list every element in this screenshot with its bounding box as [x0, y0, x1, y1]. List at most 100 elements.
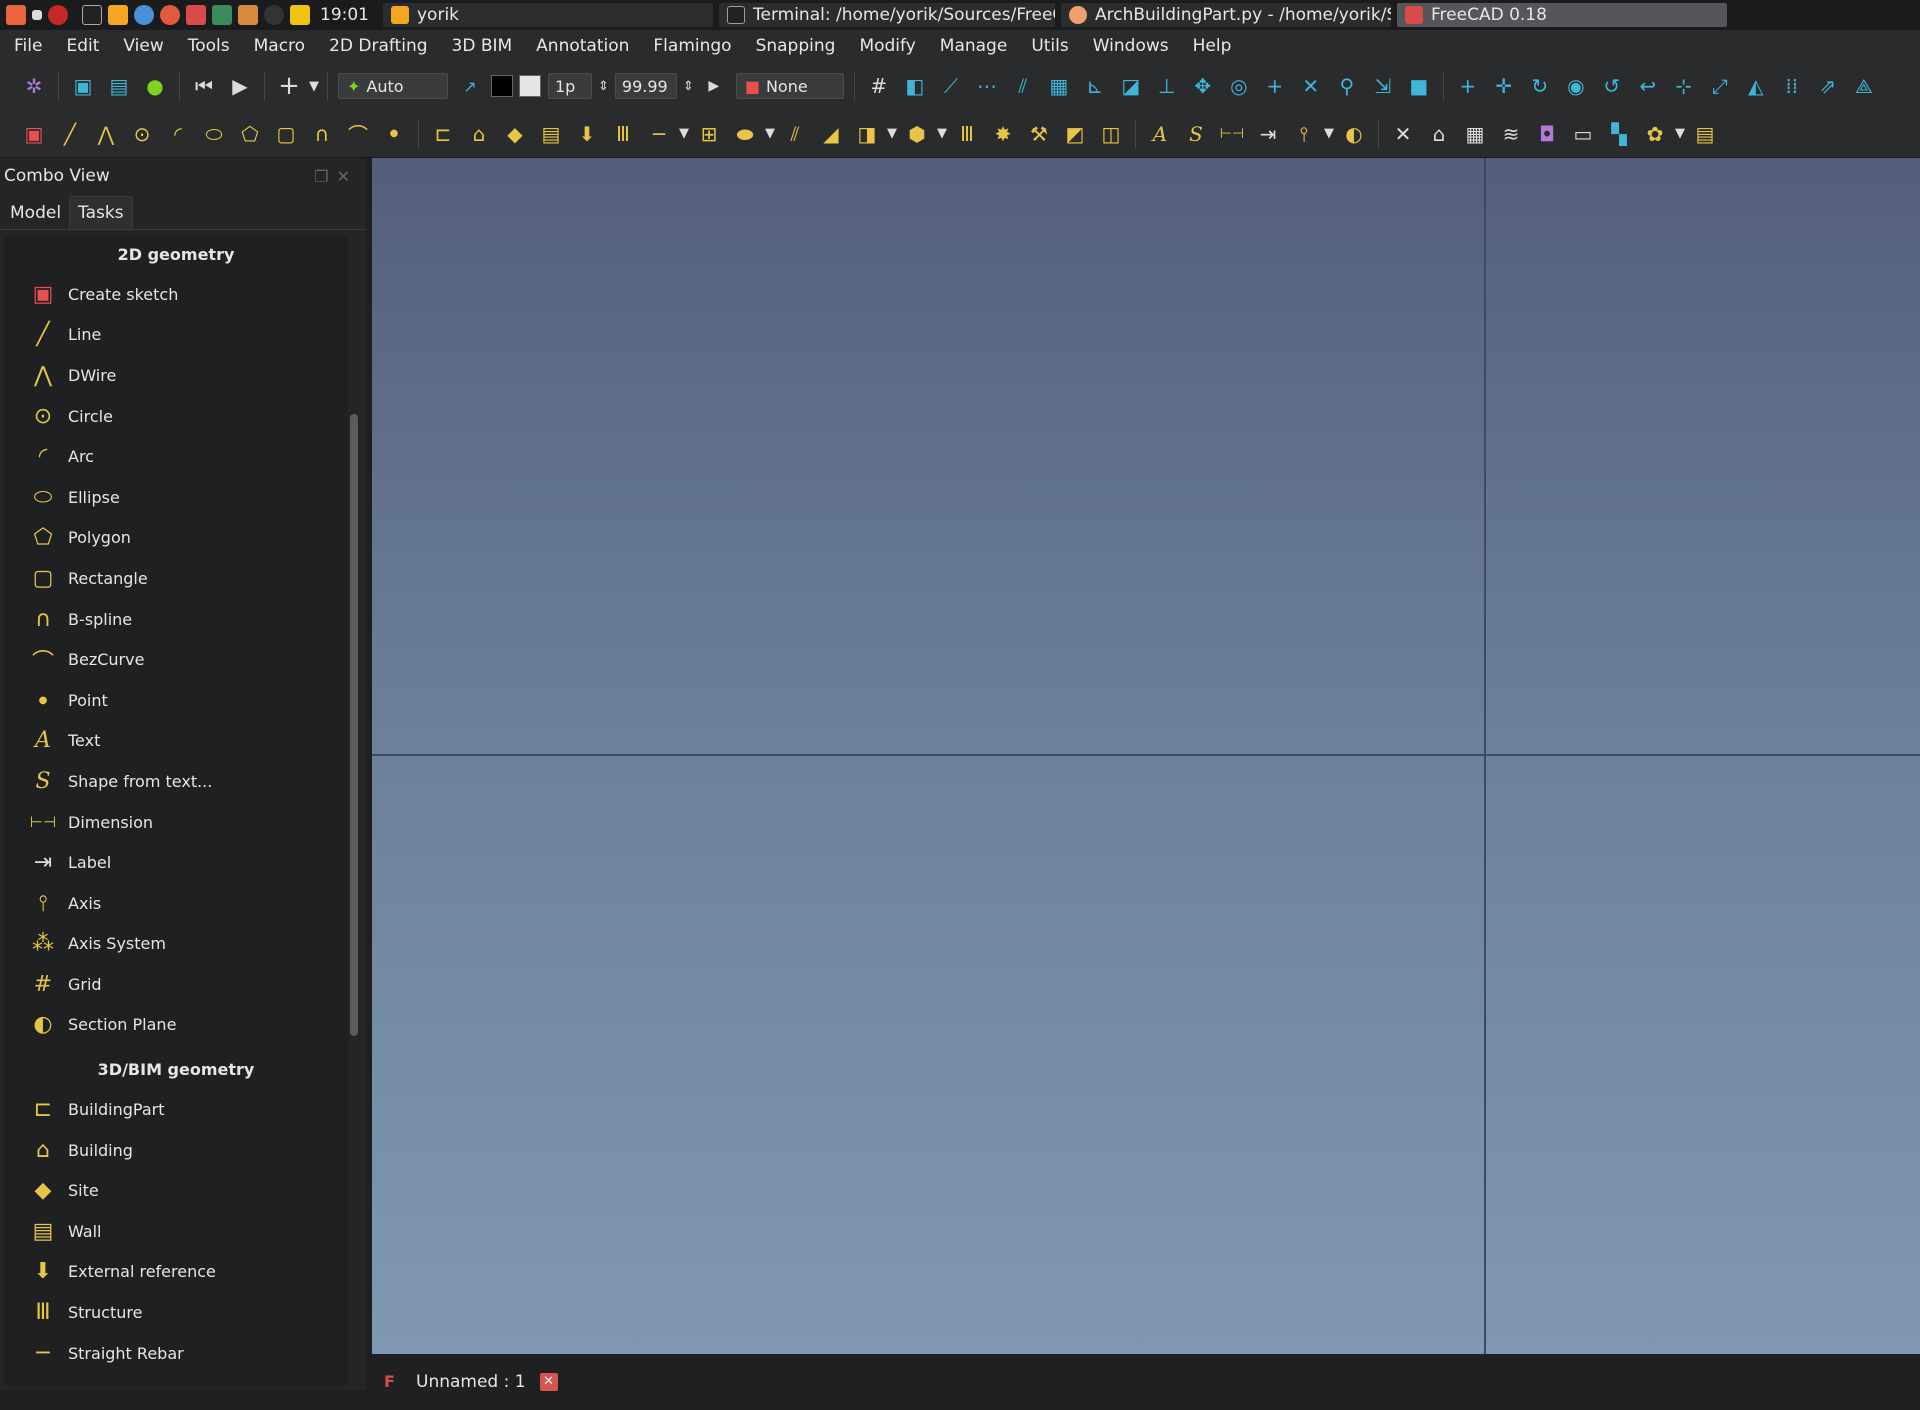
autogroup-field[interactable]: ■ None: [735, 73, 844, 99]
workbench-icon[interactable]: ✲: [20, 72, 48, 100]
arc-icon[interactable]: ◜: [164, 120, 192, 148]
menu-flamingo[interactable]: Flamingo: [641, 36, 743, 56]
task-item-building-part[interactable]: ⊏ BuildingPart: [4, 1089, 348, 1130]
task-item-arc[interactable]: ◜ Arc: [4, 436, 348, 477]
3d-viewport[interactable]: [372, 158, 1920, 1354]
dimension-icon[interactable]: ⊢⊣: [1218, 120, 1246, 148]
task-item-straight-rebar[interactable]: ─ Straight Rebar: [4, 1333, 348, 1374]
label-icon[interactable]: ⇥: [1254, 120, 1282, 148]
chevron-down-icon[interactable]: ▼: [309, 79, 319, 94]
rectangle-icon[interactable]: ▢: [272, 120, 300, 148]
terminal-launcher-icon[interactable]: [82, 5, 102, 25]
mirror-icon[interactable]: ◭: [1742, 72, 1770, 100]
bezcurve-icon[interactable]: ⌒: [344, 120, 372, 148]
document-tab[interactable]: F Unnamed : 1 ✕: [372, 1364, 570, 1400]
house-icon[interactable]: ⌂: [1425, 120, 1453, 148]
layers-icon[interactable]: ≋: [1497, 120, 1525, 148]
circle-icon[interactable]: ⊙: [128, 120, 156, 148]
close-panel-icon[interactable]: ✕: [337, 167, 358, 186]
snap-midpoint-icon[interactable]: ⋯: [973, 72, 1001, 100]
chevron-down-icon[interactable]: ▼: [1675, 126, 1685, 141]
menu-annotation[interactable]: Annotation: [524, 36, 641, 56]
equipment-icon[interactable]: ◨: [853, 120, 881, 148]
task-item-building[interactable]: ⌂ Building: [4, 1130, 348, 1171]
snap-near-icon[interactable]: ✥: [1189, 72, 1217, 100]
task-item-shape-from-text[interactable]: S Shape from text...: [4, 761, 348, 802]
snap-extension-icon[interactable]: ◪: [1117, 72, 1145, 100]
task-item-grid[interactable]: # Grid: [4, 964, 348, 1005]
external-reference-icon[interactable]: ⬇: [573, 120, 601, 148]
face-color-swatch[interactable]: [519, 75, 541, 97]
task-item-text[interactable]: A Text: [4, 721, 348, 762]
browser-launcher-icon[interactable]: [134, 5, 154, 25]
task-item-create-sketch[interactable]: ▣ Create sketch: [4, 274, 348, 315]
point-icon[interactable]: ●: [380, 120, 408, 148]
snap-grid2-icon[interactable]: ▦: [1045, 72, 1073, 100]
task-terminal[interactable]: Terminal: /home/yorik/Sources/FreeC...: [719, 3, 1055, 27]
truss-icon[interactable]: ✸: [989, 120, 1017, 148]
split-icon[interactable]: ⊹: [1670, 72, 1698, 100]
rebar-icon[interactable]: ─: [645, 120, 673, 148]
rotate-icon[interactable]: ↻: [1526, 72, 1554, 100]
stairs-icon[interactable]: ⫽: [781, 120, 809, 148]
trimex-icon[interactable]: ↺: [1598, 72, 1626, 100]
font-size-spinner-icon[interactable]: ⇕: [683, 79, 694, 94]
macro-nav-icon[interactable]: ⏮: [190, 72, 218, 100]
window-icon[interactable]: ⊞: [695, 120, 723, 148]
snap-parallel-icon[interactable]: ⫽: [1009, 72, 1037, 100]
ellipse-icon[interactable]: ⬭: [200, 120, 228, 148]
chevron-down-icon[interactable]: ▼: [765, 126, 775, 141]
shape-from-text-icon[interactable]: S: [1182, 120, 1210, 148]
task-item-label[interactable]: ⇥ Label: [4, 842, 348, 883]
polygon-icon[interactable]: ⬠: [236, 120, 264, 148]
task-item-rectangle[interactable]: ▢ Rectangle: [4, 558, 348, 599]
line-color-swatch[interactable]: [491, 75, 513, 97]
snap-grid-icon[interactable]: #: [865, 72, 893, 100]
close-icon[interactable]: ✕: [539, 1373, 558, 1391]
axis-icon[interactable]: ⫯: [1290, 120, 1318, 148]
chevron-down-icon[interactable]: ▼: [1324, 126, 1334, 141]
menu-view[interactable]: View: [111, 36, 175, 56]
chevron-down-icon[interactable]: ▼: [937, 126, 947, 141]
open-doc-icon[interactable]: ▣: [69, 72, 97, 100]
chevron-down-icon[interactable]: ▼: [679, 126, 689, 141]
menu-2d-drafting[interactable]: 2D Drafting: [317, 36, 439, 56]
task-item-point[interactable]: ● Point: [4, 680, 348, 721]
sphere-icon[interactable]: ●: [141, 72, 169, 100]
bspline-icon[interactable]: ∩: [308, 120, 336, 148]
clone-icon[interactable]: ⟁: [1850, 72, 1878, 100]
task-item-dwire[interactable]: ⋀ DWire: [4, 355, 348, 396]
roof-icon[interactable]: ⬬: [731, 120, 759, 148]
task-item-bspline[interactable]: ∩ B-spline: [4, 599, 348, 640]
image-icon[interactable]: ▭: [1569, 120, 1597, 148]
tools-icon[interactable]: ✕: [1389, 120, 1417, 148]
tab-model[interactable]: Model: [2, 197, 69, 229]
schedule-icon[interactable]: ▦: [1461, 120, 1489, 148]
snap-dimensions-icon[interactable]: ⇲: [1369, 72, 1397, 100]
line-width-spinner-icon[interactable]: ⇕: [598, 79, 609, 94]
section-plane-icon[interactable]: ◐: [1340, 120, 1368, 148]
task-item-structure[interactable]: Ⅲ Structure: [4, 1292, 348, 1333]
snap-lock-icon[interactable]: ◧: [901, 72, 929, 100]
app-menu-icon[interactable]: [6, 5, 26, 25]
debian-icon[interactable]: [48, 5, 68, 25]
task-item-circle[interactable]: ⊙ Circle: [4, 396, 348, 437]
task-item-dimension[interactable]: ⊢⊣ Dimension: [4, 802, 348, 843]
spreadsheet-icon[interactable]: ▤: [1691, 120, 1719, 148]
menu-macro[interactable]: Macro: [242, 36, 317, 56]
apply-style-icon[interactable]: ▶: [700, 72, 728, 100]
menu-snapping[interactable]: Snapping: [744, 36, 848, 56]
desktop-icon[interactable]: [32, 10, 42, 20]
component-icon[interactable]: ◫: [1097, 120, 1125, 148]
blender-launcher-icon[interactable]: [238, 5, 258, 25]
fence-icon[interactable]: Ⅲ: [953, 120, 981, 148]
building-part-icon[interactable]: ⊏: [429, 120, 457, 148]
array-icon[interactable]: ⁞⁞: [1778, 72, 1806, 100]
building-icon[interactable]: ⌂: [465, 120, 493, 148]
task-item-section-plane[interactable]: ◐ Section Plane: [4, 1005, 348, 1046]
sketch-icon[interactable]: ▣: [20, 120, 48, 148]
snap-intersection-icon[interactable]: ✕: [1297, 72, 1325, 100]
freecad-launcher-icon[interactable]: [186, 5, 206, 25]
task-item-axis-system[interactable]: ⁂ Axis System: [4, 924, 348, 965]
task-item-site[interactable]: ◆ Site: [4, 1170, 348, 1211]
